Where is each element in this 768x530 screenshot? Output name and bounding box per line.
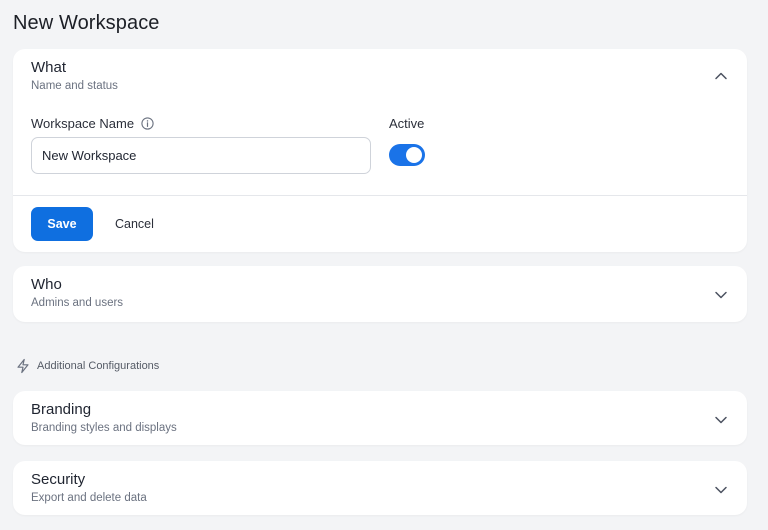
section-security-header[interactable]: Security Export and delete data [13,461,747,517]
chevron-up-icon[interactable] [713,68,729,84]
section-what: What Name and status Workspace Name Acti… [13,49,747,252]
section-what-header[interactable]: What Name and status [13,49,747,105]
cancel-button[interactable]: Cancel [105,207,164,241]
section-who[interactable]: Who Admins and users [13,266,747,322]
section-branding-subtitle: Branding styles and displays [31,422,177,434]
section-who-subtitle: Admins and users [31,297,124,309]
additional-configurations-heading: Additional Configurations [15,358,159,374]
workspace-name-input[interactable] [31,137,371,174]
bolt-icon [15,358,31,374]
workspace-name-label: Workspace Name [31,116,135,131]
workspace-name-label-row: Workspace Name [31,116,154,131]
section-what-title: What [31,59,67,76]
active-label: Active [389,116,425,131]
section-who-header[interactable]: Who Admins and users [13,266,747,322]
active-toggle[interactable] [389,144,425,166]
section-branding[interactable]: Branding Branding styles and displays [13,391,747,445]
chevron-down-icon[interactable] [713,287,729,303]
section-security-subtitle: Export and delete data [31,492,147,504]
toggle-knob [406,147,422,163]
additional-configurations-label: Additional Configurations [37,360,160,372]
section-what-subtitle: Name and status [31,80,118,92]
section-branding-header[interactable]: Branding Branding styles and displays [13,391,747,447]
section-branding-title: Branding [31,401,92,418]
chevron-down-icon[interactable] [713,412,729,428]
section-security-title: Security [31,471,86,488]
divider [13,195,747,196]
page-title: New Workspace [13,12,160,34]
section-security[interactable]: Security Export and delete data [13,461,747,515]
section-who-title: Who [31,276,62,293]
info-icon[interactable] [141,117,154,130]
save-button[interactable]: Save [31,207,93,241]
chevron-down-icon[interactable] [713,482,729,498]
